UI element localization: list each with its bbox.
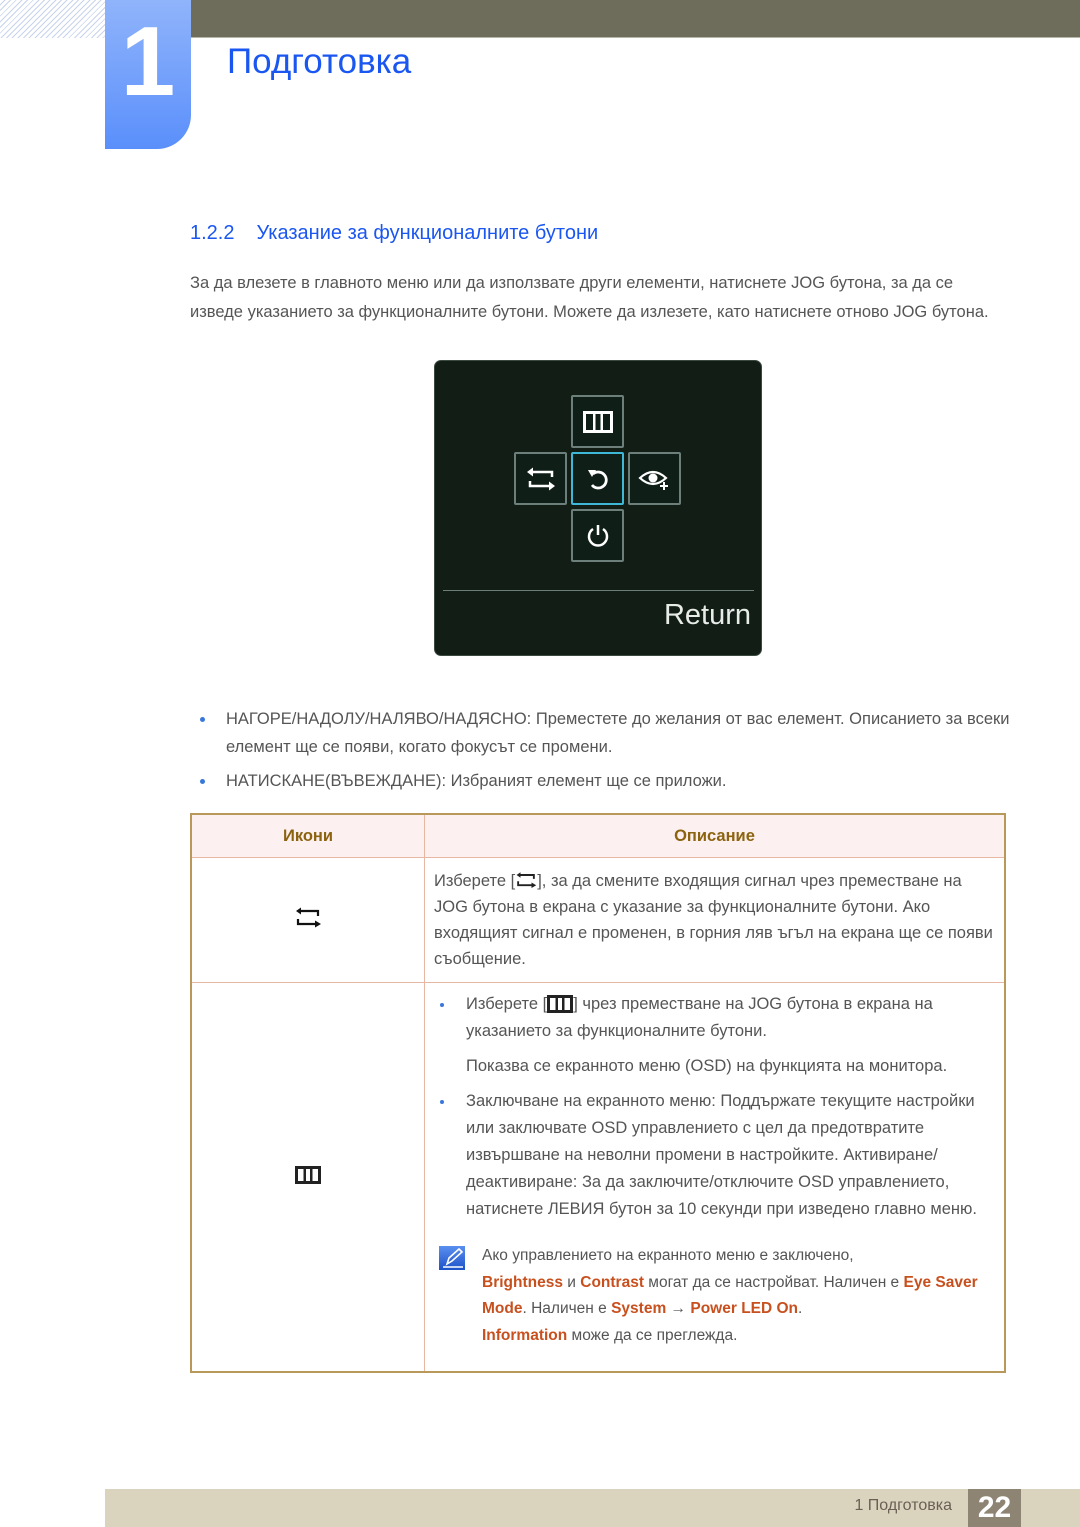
section-heading: 1.2.2 Указание за функционалните бутони [190,222,598,245]
eye-saver-icon [637,470,668,490]
list-item-text: НАГОРЕ/НАДОЛУ/НАЛЯВО/НАДЯСНО: Преместете… [226,710,1010,756]
column-header-icons: Икони [190,813,425,858]
description-cell: Изберете [ ], за да смените входящия сиг… [424,857,1006,983]
section-title: Указание за функционалните бутони [256,222,599,244]
menu-icon [582,410,613,433]
description-text: Изберете [ [466,995,548,1013]
intro-paragraph: За да влезете в главното меню или да изп… [190,274,989,321]
source-switch-icon [516,872,537,888]
setting-brightness: Brightness [482,1273,563,1291]
function-key-guide: Return [434,360,762,656]
table-row: Изберете [ ] чрез преместване на JOG бут… [190,982,1006,1373]
list-item: НАТИСКАНЕ(ВЪВЕЖДАНЕ): Избраният елемент … [190,767,1010,795]
jog-button-down[interactable] [571,509,624,562]
list-item-text: НАТИСКАНЕ(ВЪВЕЖДАНЕ): Избраният елемент … [226,772,727,790]
header-decoration [0,0,106,38]
jog-button-center[interactable] [571,452,624,505]
note-text: Brightness и Contrast могат да се настро… [482,1270,994,1350]
page-number: 22 [968,1489,1021,1527]
list-item: Изберете [ ] чрез преместване на JOG бут… [434,991,994,1045]
menu-icon [547,995,574,1013]
setting-system: System [611,1300,667,1317]
description-paragraph: Показва се екранното меню (OSD) на функц… [466,1057,948,1075]
note-text-part: и [562,1273,581,1291]
description-text: Заключване на екранното меню: Поддържате… [466,1092,977,1218]
note-line: Ако управлението на екранното меню е зак… [482,1247,854,1264]
note-text-part: . [798,1300,803,1317]
chapter-number: 1 [120,6,176,116]
bullet-icon [440,1100,444,1104]
page-footer: 1 Подготовка [105,1489,1080,1527]
setting-information: Information [482,1326,568,1344]
column-header-description: Описание [424,813,1006,858]
note-text-part: може да се преглежда. [567,1326,738,1344]
header-bar-line [190,37,1080,38]
jog-button-right[interactable] [628,452,681,505]
chapter-title: Подготовка [227,42,412,81]
table-header-row: Икони Описание [190,813,1006,858]
source-switch-icon [296,907,321,927]
note-text-part: . Наличен е [522,1300,612,1317]
return-icon [587,469,608,489]
setting-power-led-on: Power LED On [690,1300,799,1317]
header-bar [190,0,1080,37]
bullet-icon [440,1003,444,1007]
source-switch-icon [526,467,555,490]
guide-divider [443,590,754,591]
chapter-badge: 1 [105,0,191,149]
table-row: Изберете [ ], за да смените входящия сиг… [190,857,1006,983]
description-text: Изберете [ [434,872,516,890]
bullet-icon [200,717,205,722]
section-number: 1.2.2 [190,222,235,244]
jog-button-up[interactable] [571,395,624,448]
setting-contrast: Contrast [580,1273,644,1291]
footer-chapter-label: 1 Подготовка [854,1497,952,1514]
note-pencil-icon [439,1246,465,1270]
icon-cell [190,982,425,1373]
guide-label: Return [663,599,751,631]
power-icon [587,524,608,547]
list-item: НАГОРЕ/НАДОЛУ/НАЛЯВО/НАДЯСНО: Преместете… [190,705,1010,761]
jog-button-left[interactable] [514,452,567,505]
arrow-right-icon: → [666,1300,691,1317]
bullet-icon [200,779,205,784]
note-text-part: могат да се настройват. Наличен е [643,1273,904,1291]
description-cell: Изберете [ ] чрез преместване на JOG бут… [424,982,1006,1373]
instruction-list: НАГОРЕ/НАДОЛУ/НАЛЯВО/НАДЯСНО: Преместете… [190,705,1010,801]
icon-cell [190,857,425,983]
note-block: Ако управлението на екранното меню е зак… [434,1243,994,1349]
list-item: Заключване на екранното меню: Поддържате… [434,1088,994,1223]
icons-table: Икони Описание Изберете [ ], за да смени… [190,813,1006,1373]
menu-icon [295,1165,321,1184]
